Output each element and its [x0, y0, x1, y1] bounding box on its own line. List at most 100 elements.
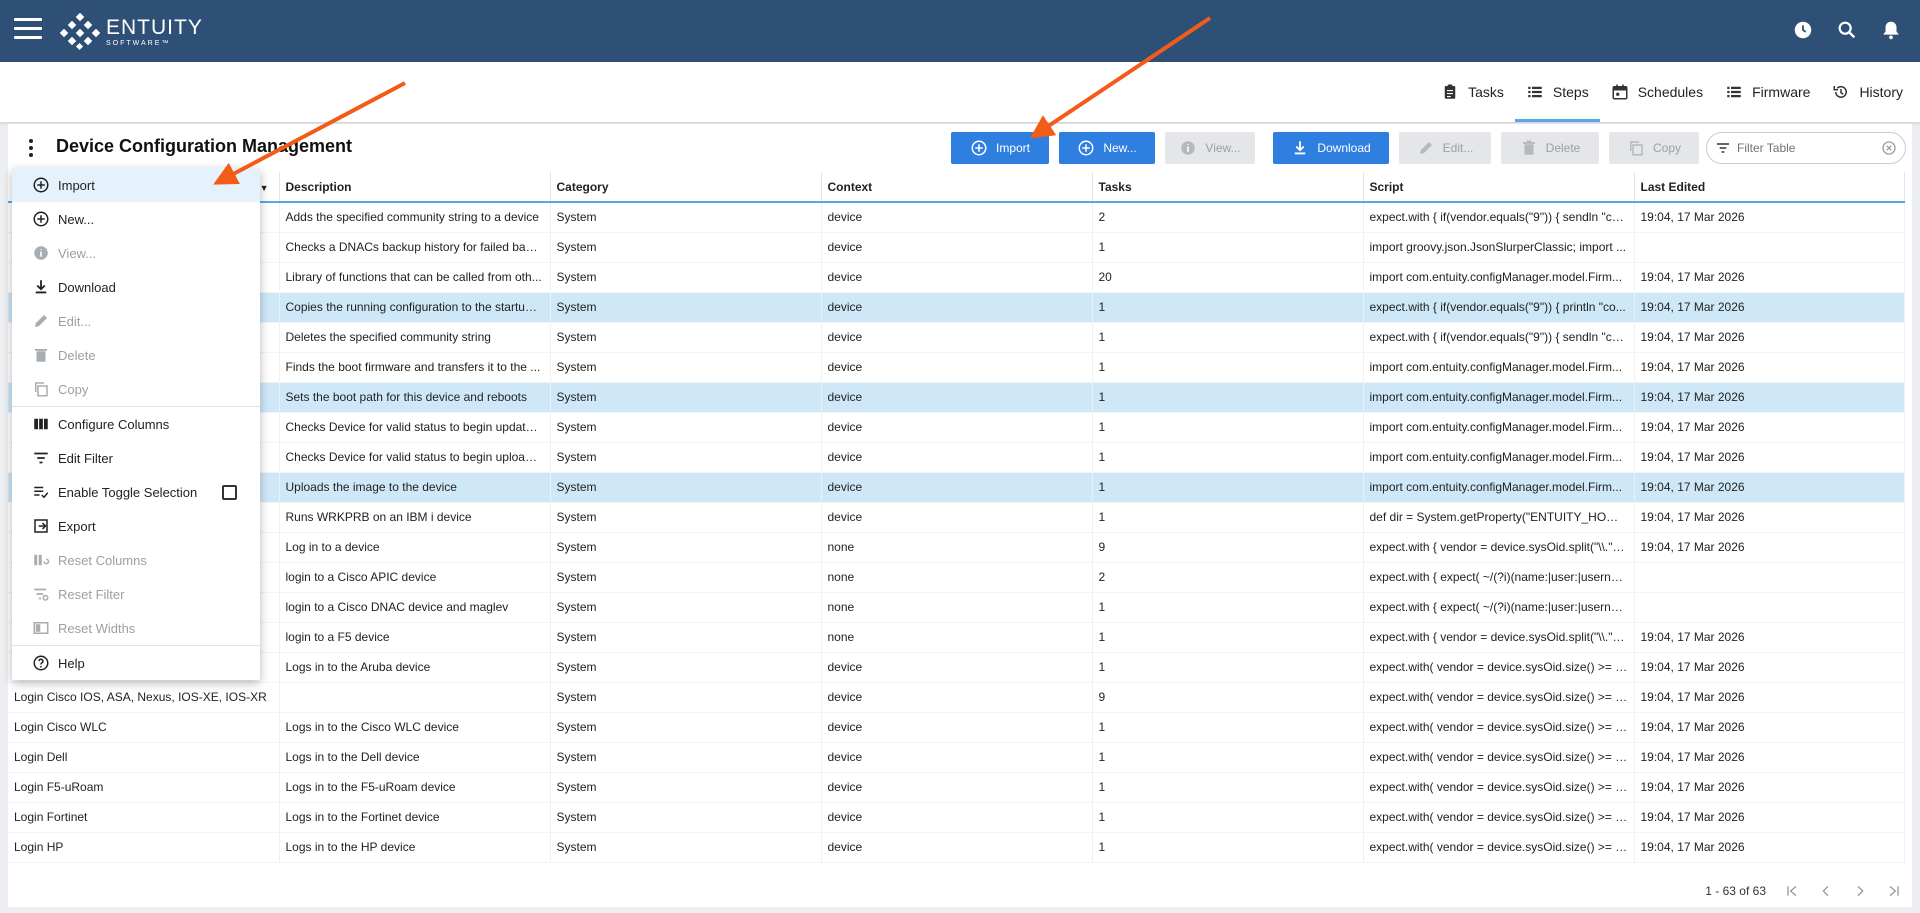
next-page-icon[interactable]	[1852, 883, 1868, 899]
table-row[interactable]: login to a Cisco APIC device System none 2 e…	[8, 562, 1905, 593]
column-header-description[interactable]: Description	[279, 172, 551, 203]
cell-last-edited	[1634, 592, 1905, 623]
table-row[interactable]: Sets the boot path for this device and r…	[8, 382, 1905, 413]
bell-icon[interactable]	[1880, 19, 1902, 41]
filter-table-field[interactable]	[1706, 132, 1906, 164]
cell-category: System	[550, 292, 822, 323]
table-row[interactable]: Copies the running configuration to the …	[8, 292, 1905, 323]
menu-item-view[interactable]: View...	[12, 236, 260, 270]
cell-name: Login F5-uRoam	[8, 772, 280, 803]
table-row[interactable]: Runs WRKPRB on an IBM i device System devi…	[8, 502, 1905, 533]
table-row[interactable]: Uploads the image to the device System dev…	[8, 472, 1905, 503]
menu-item-label: Delete	[58, 347, 96, 363]
clear-filter-icon[interactable]	[1881, 140, 1897, 156]
menu-item-help[interactable]: Help	[12, 646, 260, 680]
menu-item-edit-filter[interactable]: Edit Filter	[12, 441, 260, 475]
column-header-context[interactable]: Context	[821, 172, 1093, 203]
download-button[interactable]: Download	[1273, 132, 1389, 164]
delete-button[interactable]: Delete	[1501, 132, 1599, 164]
cell-category: System	[550, 562, 822, 593]
cell-tasks: 1	[1092, 712, 1364, 743]
user-clock-icon[interactable]	[1792, 19, 1814, 41]
table-row[interactable]: login to a Cisco DNAC device and maglev S…	[8, 592, 1905, 623]
tab-firmware[interactable]: Firmware	[1714, 62, 1821, 122]
more-options-icon[interactable]	[28, 139, 34, 157]
new-button[interactable]: New...	[1059, 132, 1155, 164]
table-row[interactable]: Checks Device for valid status to begin …	[8, 442, 1905, 473]
menu-item-edit[interactable]: Edit...	[12, 304, 260, 338]
cell-last-edited: 19:04, 17 Mar 2026	[1634, 712, 1905, 743]
column-header-last-edited[interactable]: Last Edited	[1634, 172, 1905, 203]
table-row[interactable]: Login Cisco IOS, ASA, Nexus, IOS-XE, IOS…	[8, 682, 1905, 713]
menu-item-export[interactable]: Export	[12, 509, 260, 543]
tab-history[interactable]: History	[1821, 62, 1914, 122]
cell-category: System	[550, 502, 822, 533]
tab-tasks[interactable]: Tasks	[1430, 62, 1515, 122]
menu-item-configure-columns[interactable]: Configure Columns	[12, 407, 260, 441]
table-row[interactable]: Adds the specified community string to a…	[8, 202, 1905, 233]
table-row[interactable]: Login Fortinet Logs in to the Fortinet de…	[8, 802, 1905, 833]
cell-last-edited: 19:04, 17 Mar 2026	[1634, 262, 1905, 293]
menu-item-download[interactable]: Download	[12, 270, 260, 304]
brand-name: ENTUITY	[106, 16, 203, 39]
view-button[interactable]: View...	[1165, 132, 1255, 164]
tab-schedules[interactable]: Schedules	[1600, 62, 1714, 122]
column-header-script[interactable]: Script	[1363, 172, 1635, 203]
menu-item-import[interactable]: Import	[12, 168, 260, 202]
cell-last-edited: 19:04, 17 Mar 2026	[1634, 442, 1905, 473]
view-button-label: View...	[1205, 141, 1241, 155]
menu-item-new[interactable]: New...	[12, 202, 260, 236]
table-row[interactable]: Login Cisco WLC Logs in to the Cisco WLC …	[8, 712, 1905, 743]
cell-context: device	[821, 472, 1093, 503]
cell-category: System	[550, 412, 822, 443]
table-row[interactable]: Login F5-uRoam Logs in to the F5-uRoam de…	[8, 772, 1905, 803]
table-toolbar: Device Configuration Management Import N…	[8, 124, 1912, 172]
import-button[interactable]: Import	[951, 132, 1049, 164]
table-row[interactable]: Deletes the specified community string Sy…	[8, 322, 1905, 353]
hamburger-menu-icon[interactable]	[14, 18, 42, 44]
cell-description: Logs in to the F5-uRoam device	[279, 772, 551, 803]
cell-description: login to a F5 device	[279, 622, 551, 653]
previous-page-icon[interactable]	[1818, 883, 1834, 899]
pager-range: 1 - 63 of 63	[1705, 884, 1766, 898]
menu-item-reset-columns[interactable]: Reset Columns	[12, 543, 260, 577]
table-row[interactable]: Checks Device for valid status to begin …	[8, 412, 1905, 443]
search-icon[interactable]	[1836, 19, 1858, 41]
toggle-selection-checkbox[interactable]	[222, 485, 237, 500]
table-row[interactable]: login to a F5 device System none 1 expect.wi…	[8, 622, 1905, 653]
menu-item-delete[interactable]: Delete	[12, 338, 260, 372]
copy-button[interactable]: Copy	[1609, 132, 1699, 164]
column-header-category[interactable]: Category	[550, 172, 822, 203]
trash-icon	[35, 349, 47, 362]
menu-item-reset-widths[interactable]: Reset Widths	[12, 611, 260, 645]
last-page-icon[interactable]	[1886, 883, 1902, 899]
first-page-icon[interactable]	[1784, 883, 1800, 899]
cell-description: Deletes the specified community string	[279, 322, 551, 353]
cell-last-edited: 19:04, 17 Mar 2026	[1634, 382, 1905, 413]
menu-item-copy[interactable]: Copy	[12, 372, 260, 406]
menu-item-enable-toggle-selection[interactable]: Enable Toggle Selection	[12, 475, 260, 509]
cell-context: none	[821, 532, 1093, 563]
tab-label: History	[1859, 84, 1903, 100]
cell-last-edited: 19:04, 17 Mar 2026	[1634, 472, 1905, 503]
table-row[interactable]: Login Dell Logs in to the Dell device Syst…	[8, 742, 1905, 773]
column-header-tasks[interactable]: Tasks	[1092, 172, 1364, 203]
filter-table-input[interactable]	[1737, 141, 1877, 155]
table-row[interactable]: Library of functions that can be called …	[8, 262, 1905, 293]
filter-icon	[34, 452, 48, 464]
cell-tasks: 9	[1092, 682, 1364, 713]
cell-category: System	[550, 652, 822, 683]
table-row[interactable]: Logs in to the Aruba device System device 1…	[8, 652, 1905, 683]
cell-description: Logs in to the Dell device	[279, 742, 551, 773]
table-row[interactable]: Finds the boot firmware and transfers it…	[8, 352, 1905, 383]
cell-description: Checks a DNACs backup history for failed…	[279, 232, 551, 263]
menu-item-reset-filter[interactable]: Reset Filter	[12, 577, 260, 611]
tab-steps[interactable]: Steps	[1514, 62, 1600, 122]
app-window: ENTUITY SOFTWARE™ Tasks Steps Schedules …	[0, 0, 1920, 913]
edit-button[interactable]: Edit...	[1399, 132, 1491, 164]
table-row[interactable]: Login HP Logs in to the HP device System de…	[8, 832, 1905, 863]
table-row[interactable]: Checks a DNACs backup history for failed…	[8, 232, 1905, 263]
cell-last-edited: 19:04, 17 Mar 2026	[1634, 502, 1905, 533]
table-row[interactable]: Log in to a device System none 9 expect.with…	[8, 532, 1905, 563]
pagination: 1 - 63 of 63	[1705, 883, 1902, 899]
